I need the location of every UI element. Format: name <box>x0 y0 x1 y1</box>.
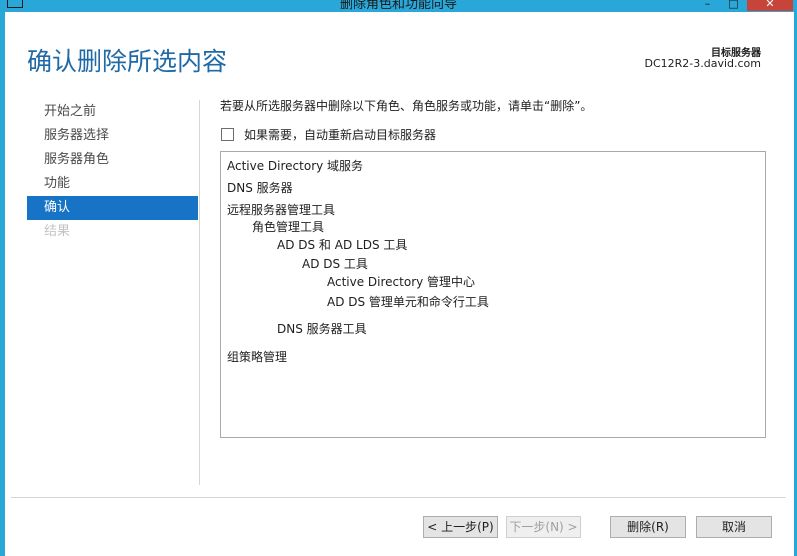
list-item: DNS 服务器 <box>227 181 293 195</box>
list-item: 组策略管理 <box>227 350 288 364</box>
previous-button[interactable]: < 上一步(P) <box>423 516 498 538</box>
list-item: Active Directory 域服务 <box>227 159 364 173</box>
title-bar: 删除角色和功能向导 – □ ✕ <box>0 0 797 12</box>
list-item: 角色管理工具 <box>252 220 325 234</box>
maximize-button[interactable]: □ <box>721 0 746 11</box>
restart-option[interactable]: 如果需要，自动重新启动目标服务器 <box>221 126 436 143</box>
list-item: 远程服务器管理工具 <box>227 203 336 217</box>
list-item: AD DS 和 AD LDS 工具 <box>277 238 408 252</box>
nav-item-features[interactable]: 功能 <box>27 172 198 196</box>
remove-button[interactable]: 删除(R) <box>610 516 686 538</box>
instruction-text: 若要从所选服务器中删除以下角色、角色服务或功能，请单击“删除”。 <box>220 99 593 113</box>
list-item: Active Directory 管理中心 <box>327 275 476 289</box>
footer-divider <box>11 497 786 498</box>
list-item: DNS 服务器工具 <box>277 322 367 336</box>
nav-divider <box>199 100 200 485</box>
list-item: AD DS 工具 <box>302 257 368 271</box>
removal-selection-list[interactable]: Active Directory 域服务 DNS 服务器 远程服务器管理工具 角… <box>220 151 766 438</box>
restart-checkbox-label[interactable]: 如果需要，自动重新启动目标服务器 <box>244 126 436 143</box>
cancel-button[interactable]: 取消 <box>696 516 772 538</box>
wizard-nav: 开始之前 服务器选择 服务器角色 功能 确认 结果 <box>27 100 198 244</box>
nav-item-server-roles[interactable]: 服务器角色 <box>27 148 198 172</box>
next-button: 下一步(N) > <box>506 516 581 538</box>
minimize-button[interactable]: – <box>695 0 720 11</box>
close-button[interactable]: ✕ <box>747 0 793 11</box>
nav-item-before-you-begin[interactable]: 开始之前 <box>27 100 198 124</box>
nav-item-confirmation[interactable]: 确认 <box>27 196 198 220</box>
page-title: 确认删除所选内容 <box>27 47 228 76</box>
nav-item-server-selection[interactable]: 服务器选择 <box>27 124 198 148</box>
restart-checkbox[interactable] <box>221 128 234 141</box>
window-frame-left <box>0 12 5 556</box>
list-item: AD DS 管理单元和命令行工具 <box>327 295 489 309</box>
target-server-name: DC12R2-3.david.com <box>644 57 761 70</box>
window-title: 删除角色和功能向导 <box>339 0 457 12</box>
nav-item-results: 结果 <box>44 224 71 239</box>
